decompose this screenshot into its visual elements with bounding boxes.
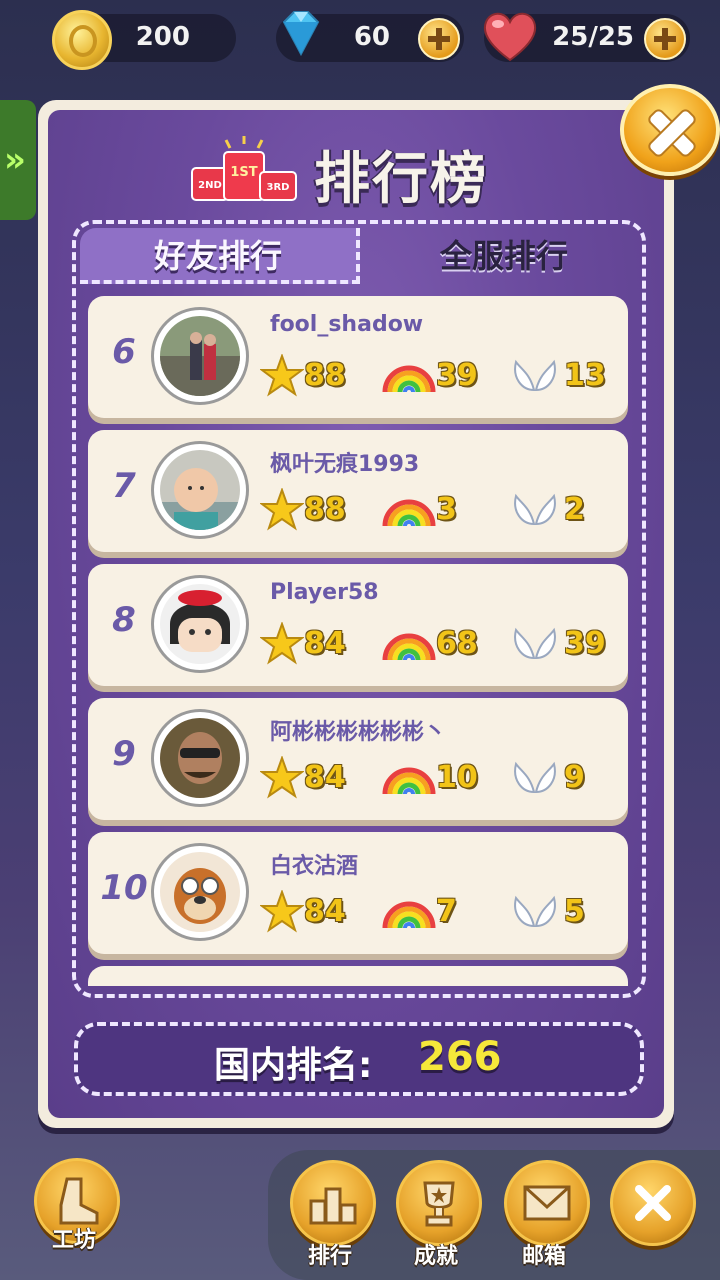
avatar-photo-icon: [160, 718, 240, 798]
avatar-photo-icon: [160, 852, 240, 932]
star-count: 84: [304, 894, 346, 929]
double-chevron-icon: »: [4, 140, 26, 180]
national-rank-value: 266: [418, 1034, 502, 1080]
rank-number: 10: [100, 868, 148, 908]
star-count: 88: [304, 358, 346, 393]
rank-number: 8: [112, 600, 136, 640]
leaderboard-row[interactable]: 7 枫叶无痕1993 88 3 2: [88, 430, 628, 552]
rank-number: 6: [112, 332, 136, 372]
mailbox-label: 邮箱: [521, 1244, 566, 1269]
ranking-label: 排行: [307, 1244, 352, 1269]
avatar[interactable]: [154, 712, 246, 804]
podium-second: 2ND: [198, 180, 222, 191]
diamond-icon: [282, 11, 320, 57]
player-name: Player58: [270, 580, 379, 605]
wings-icon: [514, 627, 556, 660]
rank-number: 7: [112, 466, 136, 506]
envelope-icon: [523, 1185, 571, 1221]
trophy-icon: [423, 1181, 455, 1227]
gem-counter: 60: [276, 11, 464, 62]
star-count: 84: [304, 626, 346, 661]
gem-value: 60: [353, 22, 390, 52]
workshop-label: 工坊: [51, 1228, 96, 1253]
wings-count: 9: [564, 760, 585, 795]
star-icon: [260, 756, 304, 799]
avatar[interactable]: [154, 310, 246, 402]
player-name: 枫叶无痕1993: [270, 452, 420, 477]
star-icon: [260, 890, 304, 933]
avatar[interactable]: [154, 846, 246, 938]
coin-icon: [52, 10, 112, 70]
star-count: 88: [304, 492, 346, 527]
podium-first: 1ST: [230, 165, 257, 180]
rank-number: 9: [112, 734, 136, 774]
achievements-button[interactable]: [396, 1160, 482, 1246]
rainbow-icon: [382, 767, 436, 795]
rainbow-count: 7: [436, 894, 457, 929]
close-panel-button[interactable]: [620, 84, 720, 176]
coin-value: 200: [135, 22, 190, 52]
coin-counter: 200: [52, 10, 236, 70]
rainbow-icon: [382, 901, 436, 929]
star-icon: [260, 354, 304, 397]
leaderboard-row[interactable]: 10 白衣沽酒 84 7 5: [88, 832, 628, 954]
rainbow-count: 10: [436, 760, 478, 795]
wings-icon: [514, 359, 556, 392]
side-expand-tab[interactable]: »: [0, 100, 36, 220]
panel-header: 1ST 2ND 3RD 排行榜: [190, 128, 530, 212]
player-name: 白衣沽酒: [270, 854, 359, 879]
wings-count: 2: [564, 492, 585, 527]
close-icon: [635, 1185, 671, 1221]
podium-icon: 1ST 2ND 3RD: [191, 136, 297, 201]
player-name: 阿彬彬彬彬彬彬丶: [270, 720, 447, 745]
resource-bar: 200 60 25/25: [0, 0, 720, 80]
add-lives-button[interactable]: [644, 18, 686, 60]
star-icon: [260, 622, 304, 665]
avatar-photo-icon: [160, 316, 240, 396]
tab-friends-ranking[interactable]: 好友排行: [80, 228, 360, 284]
wings-count: 13: [564, 358, 606, 393]
lives-value: 25/25: [552, 22, 634, 52]
achievements-label: 成就: [413, 1244, 458, 1269]
wings-icon: [514, 761, 556, 794]
wings-count: 5: [564, 894, 585, 929]
podium-nav-icon: [309, 1187, 357, 1225]
wings-count: 39: [564, 626, 606, 661]
leaderboard-row[interactable]: 6 fool_shadow 88 39 13: [88, 296, 628, 418]
player-name: fool_shadow: [270, 312, 424, 337]
heart-icon: [483, 12, 537, 62]
leaderboard-row-partial[interactable]: [88, 966, 628, 986]
star-icon: [260, 488, 304, 531]
rainbow-count: 68: [436, 626, 478, 661]
podium-third: 3RD: [267, 182, 290, 193]
star-count: 84: [304, 760, 346, 795]
rainbow-count: 39: [436, 358, 478, 393]
wings-icon: [514, 895, 556, 928]
national-rank-bar: 国内排名: 266: [74, 1022, 644, 1096]
panel-title: 排行榜: [314, 147, 488, 212]
mailbox-button[interactable]: [504, 1160, 590, 1246]
rainbow-icon: [382, 633, 436, 661]
rainbow-icon: [382, 499, 436, 527]
ranking-button[interactable]: [290, 1160, 376, 1246]
lives-counter: 25/25: [483, 12, 690, 62]
national-rank-label: 国内排名:: [214, 1045, 373, 1086]
avatar-photo-icon: [160, 450, 240, 530]
close-menu-button[interactable]: [610, 1160, 696, 1246]
wings-icon: [514, 493, 556, 526]
avatar[interactable]: [154, 444, 246, 536]
rainbow-count: 3: [436, 492, 457, 527]
avatar-photo-icon: [160, 584, 240, 664]
tab-server-ranking[interactable]: 全服排行: [366, 228, 642, 284]
rainbow-icon: [382, 365, 436, 393]
avatar[interactable]: [154, 578, 246, 670]
add-gems-button[interactable]: [418, 18, 460, 60]
boot-icon: [59, 1177, 99, 1225]
leaderboard-rows[interactable]: 6 fool_shadow 88 39 13 7 枫叶无痕1993 88 3 2…: [88, 296, 630, 986]
leaderboard-row[interactable]: 9 阿彬彬彬彬彬彬丶 84 10 9: [88, 698, 628, 820]
leaderboard-row[interactable]: 8 Player58 84 68 39: [88, 564, 628, 686]
